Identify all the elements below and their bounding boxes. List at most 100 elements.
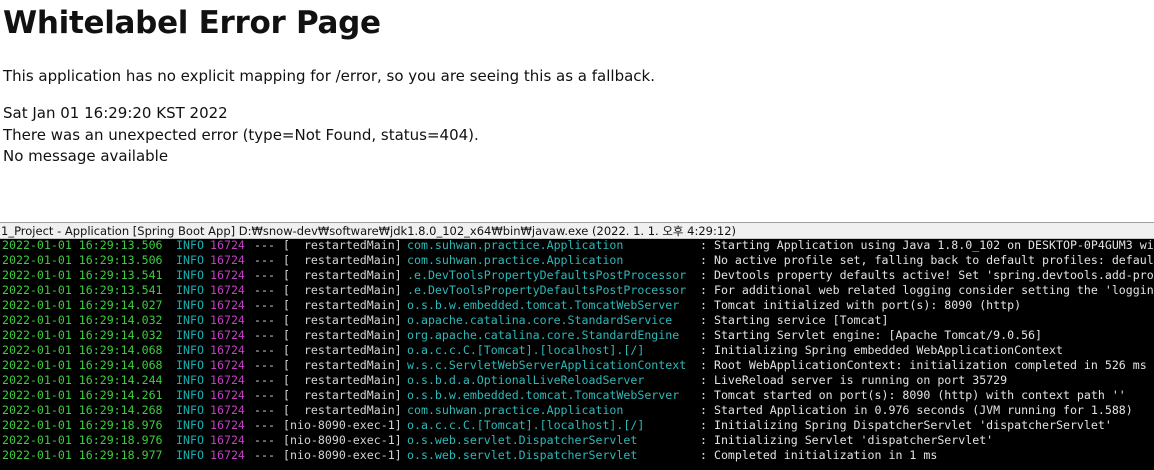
log-row: 2022-01-01 16:29:14.027 INFO 16724 --- [ res…	[2, 298, 1154, 313]
log-logger: o.s.web.servlet.DispatcherServlet	[407, 448, 638, 462]
log-separator: ---	[254, 328, 275, 342]
log-logger: com.suhwan.practice.Application	[407, 253, 624, 267]
log-level: INFO	[176, 373, 204, 387]
console-output[interactable]: 2022-01-01 16:29:13.506 INFO 16724 --- [ res…	[0, 239, 1154, 470]
log-pid: 16724	[210, 388, 245, 402]
log-thread: [ restartedMain]	[283, 328, 402, 342]
console-title-bar: 1_Project - Application [Spring Boot App…	[0, 222, 1154, 239]
log-timestamp: 2022-01-01 16:29:13.541	[2, 283, 163, 297]
log-level: INFO	[176, 388, 204, 402]
log-level: INFO	[176, 313, 204, 327]
log-pid: 16724	[210, 239, 245, 252]
log-timestamp: 2022-01-01 16:29:14.261	[2, 388, 163, 402]
log-logger: o.s.b.w.embedded.tomcat.TomcatWebServer	[407, 298, 680, 312]
log-thread: [ restartedMain]	[283, 239, 402, 252]
log-thread: [ restartedMain]	[283, 343, 402, 357]
log-thread: [ restartedMain]	[283, 298, 402, 312]
log-logger: .e.DevToolsPropertyDefaultsPostProcessor	[407, 268, 687, 282]
log-row: 2022-01-01 16:29:13.541 INFO 16724 --- [ res…	[2, 268, 1154, 283]
log-logger: o.s.b.d.a.OptionalLiveReloadServer	[407, 373, 645, 387]
log-message: : Completed initialization in 1 ms	[700, 448, 938, 462]
log-pid: 16724	[210, 418, 245, 432]
log-message: : No active profile set, falling back to…	[700, 253, 1154, 267]
log-row: 2022-01-01 16:29:18.976 INFO 16724 --- [nio-…	[2, 433, 1154, 448]
log-separator: ---	[254, 283, 275, 297]
log-timestamp: 2022-01-01 16:29:14.244	[2, 373, 163, 387]
log-pid: 16724	[210, 253, 245, 267]
log-separator: ---	[254, 358, 275, 372]
log-message: : Tomcat initialized with port(s): 8090 …	[700, 298, 1022, 312]
log-message: : Devtools property defaults active! Set…	[700, 268, 1154, 282]
log-level: INFO	[176, 283, 204, 297]
log-message: : Root WebApplicationContext: initializa…	[700, 358, 1147, 372]
log-separator: ---	[254, 403, 275, 417]
log-message: : Starting service [Tomcat]	[700, 313, 889, 327]
log-pid: 16724	[210, 283, 245, 297]
log-logger: o.a.c.c.C.[Tomcat].[localhost].[/]	[407, 418, 645, 432]
log-message: : LiveReload server is running on port 3…	[700, 373, 1008, 387]
log-message: : Tomcat started on port(s): 8090 (http)…	[700, 388, 1126, 402]
log-separator: ---	[254, 433, 275, 447]
log-pid: 16724	[210, 373, 245, 387]
log-separator: ---	[254, 373, 275, 387]
log-message: : Initializing Spring embedded WebApplic…	[700, 343, 1063, 357]
log-separator: ---	[254, 239, 275, 252]
log-thread: [ restartedMain]	[283, 373, 402, 387]
log-thread: [ restartedMain]	[283, 388, 402, 402]
log-row: 2022-01-01 16:29:14.068 INFO 16724 --- [ res…	[2, 358, 1154, 373]
log-level: INFO	[176, 448, 204, 462]
log-thread: [nio-8090-exec-1]	[283, 448, 402, 462]
log-level: INFO	[176, 433, 204, 447]
log-timestamp: 2022-01-01 16:29:14.032	[2, 313, 163, 327]
log-timestamp: 2022-01-01 16:29:18.976	[2, 433, 163, 447]
log-message: : Starting Application using Java 1.8.0_…	[700, 239, 1154, 252]
log-row: 2022-01-01 16:29:14.068 INFO 16724 --- [ res…	[2, 343, 1154, 358]
log-pid: 16724	[210, 403, 245, 417]
log-message: : Starting Servlet engine: [Apache Tomca…	[700, 328, 1043, 342]
log-row: 2022-01-01 16:29:14.268 INFO 16724 --- [ res…	[2, 403, 1154, 418]
log-level: INFO	[176, 268, 204, 282]
log-message: : For additional web related logging con…	[700, 283, 1154, 297]
log-row: 2022-01-01 16:29:14.032 INFO 16724 --- [ res…	[2, 313, 1154, 328]
log-level: INFO	[176, 328, 204, 342]
log-pid: 16724	[210, 448, 245, 462]
page-title: Whitelabel Error Page	[3, 5, 381, 41]
log-thread: [nio-8090-exec-1]	[283, 433, 402, 447]
log-row: 2022-01-01 16:29:14.032 INFO 16724 --- [ res…	[2, 328, 1154, 343]
log-level: INFO	[176, 343, 204, 357]
log-timestamp: 2022-01-01 16:29:14.027	[2, 298, 163, 312]
log-message: : Initializing Servlet 'dispatcherServle…	[700, 433, 994, 447]
log-logger: o.a.c.c.C.[Tomcat].[localhost].[/]	[407, 343, 645, 357]
log-separator: ---	[254, 448, 275, 462]
log-pid: 16724	[210, 298, 245, 312]
fallback-message: This application has no explicit mapping…	[3, 67, 655, 85]
log-logger: o.s.web.servlet.DispatcherServlet	[407, 433, 638, 447]
log-timestamp: 2022-01-01 16:29:13.506	[2, 239, 163, 252]
log-level: INFO	[176, 298, 204, 312]
log-pid: 16724	[210, 328, 245, 342]
log-logger: com.suhwan.practice.Application	[407, 403, 624, 417]
log-pid: 16724	[210, 268, 245, 282]
log-logger: com.suhwan.practice.Application	[407, 239, 624, 252]
log-timestamp: 2022-01-01 16:29:14.068	[2, 343, 163, 357]
log-separator: ---	[254, 418, 275, 432]
error-status-line: There was an unexpected error (type=Not …	[3, 126, 479, 144]
log-separator: ---	[254, 388, 275, 402]
log-pid: 16724	[210, 358, 245, 372]
error-timestamp: Sat Jan 01 16:29:20 KST 2022	[3, 104, 228, 122]
log-logger: .e.DevToolsPropertyDefaultsPostProcessor	[407, 283, 687, 297]
log-level: INFO	[176, 253, 204, 267]
log-thread: [ restartedMain]	[283, 268, 402, 282]
log-message: : Initializing Spring DispatcherServlet …	[700, 418, 1112, 432]
log-pid: 16724	[210, 343, 245, 357]
log-timestamp: 2022-01-01 16:29:14.268	[2, 403, 163, 417]
log-separator: ---	[254, 343, 275, 357]
log-thread: [ restartedMain]	[283, 253, 402, 267]
log-level: INFO	[176, 403, 204, 417]
log-level: INFO	[176, 418, 204, 432]
error-detail: No message available	[3, 147, 169, 165]
log-message: : Started Application in 0.976 seconds (…	[700, 403, 1133, 417]
log-thread: [ restartedMain]	[283, 358, 402, 372]
log-separator: ---	[254, 298, 275, 312]
log-timestamp: 2022-01-01 16:29:14.068	[2, 358, 163, 372]
